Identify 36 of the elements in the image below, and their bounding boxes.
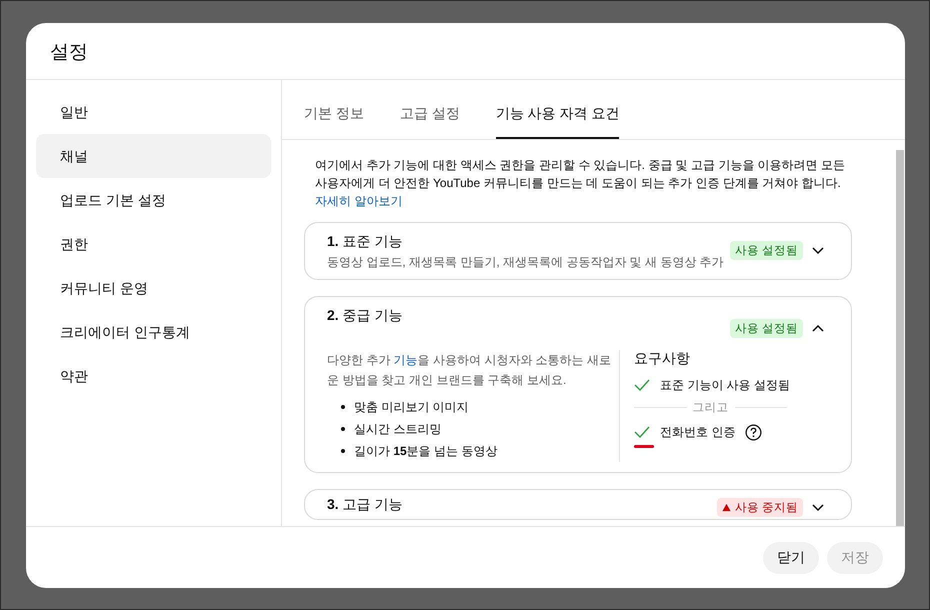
feature-item: 실시간 스트리밍 bbox=[354, 421, 442, 437]
feature-item: 길이가 15분을 넘는 동영상 bbox=[354, 443, 498, 459]
tab[interactable]: 기능 사용 자격 요건 bbox=[496, 105, 620, 139]
learn-more-link[interactable]: 자세히 알아보기 bbox=[315, 194, 402, 208]
status-badge: 사용 설정됨 bbox=[730, 241, 803, 260]
intro-text: 여기에서 추가 기능에 대한 액세스 권한을 관리할 수 있습니다. 중급 및 고급 기능을 이용하려면 모든 사용자에게 더 안전한 YouTube 커뮤니티를 만드는 데 도움이 되는 추가 인증 단계를 거쳐야 합니다. bbox=[315, 158, 846, 190]
dialog-button[interactable]: 닫기 bbox=[763, 542, 819, 574]
sidebar-item[interactable]: 크리에이터 인구통계 bbox=[36, 310, 271, 354]
sidebar-item[interactable]: 약관 bbox=[36, 354, 271, 398]
feature-title: 1. 표준 기능 bbox=[327, 233, 404, 251]
bullet-icon bbox=[341, 427, 345, 431]
sidebar-item[interactable]: 일반 bbox=[36, 90, 271, 134]
feature-summary: 동영상 업로드, 재생목록 만들기, 재생목록에 공동작업자 및 새 동영상 추가 bbox=[327, 254, 725, 271]
warning-icon bbox=[722, 503, 731, 512]
requirement-label: 표준 기능이 사용 설정됨 bbox=[660, 376, 790, 394]
sidebar-item[interactable]: 권한 bbox=[36, 222, 271, 266]
tab[interactable]: 기본 정보 bbox=[304, 105, 364, 139]
feature-link[interactable]: 기능 bbox=[394, 353, 418, 367]
bullet-icon bbox=[341, 449, 345, 453]
feature-item: 맞춤 미리보기 이미지 bbox=[354, 399, 469, 415]
sidebar-item[interactable]: 채널 bbox=[36, 134, 271, 178]
dialog-title: 설정 bbox=[26, 23, 905, 80]
feature-title: 3. 고급 기능 bbox=[327, 496, 404, 514]
tab[interactable]: 고급 설정 bbox=[400, 105, 460, 139]
feature-title: 2. 중급 기능 bbox=[327, 307, 404, 325]
requirements-title: 요구사항 bbox=[634, 350, 691, 368]
sidebar-item[interactable]: 업로드 기본 설정 bbox=[36, 178, 271, 222]
sidebar-item[interactable]: 커뮤니티 운영 bbox=[36, 266, 271, 310]
feature-description: 다양한 추가 기능을 사용하여 시청자와 소통하는 새로운 방법을 찾고 개인 브랜드를 구축해 보세요. bbox=[327, 352, 612, 389]
separator-label: 그리고 bbox=[692, 401, 728, 415]
underline-mark bbox=[634, 445, 654, 448]
requirement-label: 전화번호 인증 bbox=[660, 424, 736, 440]
help-icon[interactable] bbox=[745, 424, 762, 440]
status-badge: 사용 중지됨 bbox=[716, 498, 803, 517]
status-badge: 사용 설정됨 bbox=[730, 319, 803, 338]
bullet-icon bbox=[341, 405, 345, 409]
